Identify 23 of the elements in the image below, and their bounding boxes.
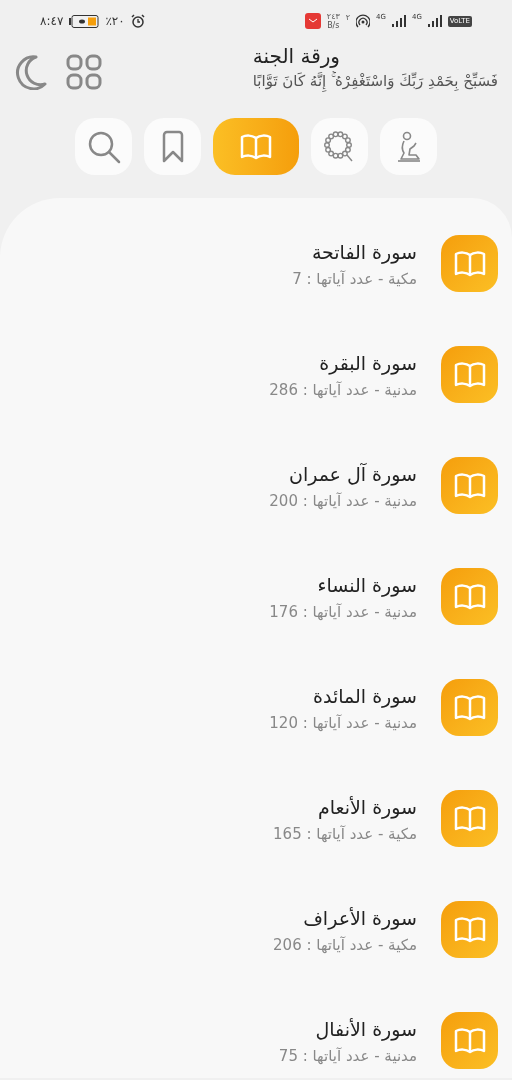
surah-name[interactable]: سورة الأنعام xyxy=(317,791,417,822)
surah-name[interactable]: سورة البقرة xyxy=(319,347,417,378)
surah-name[interactable]: سورة الأعراف xyxy=(303,902,417,933)
speed-superscript: ٢ xyxy=(345,12,351,24)
surah-name[interactable]: سورة النساء xyxy=(317,569,417,600)
network-speed: ٢٤٣ xyxy=(326,12,340,21)
surah-name[interactable]: سورة آل عمران xyxy=(288,458,417,489)
surah-info: مدنية - عدد آياتها : 200 xyxy=(269,490,417,512)
surah-name[interactable]: سورة المائدة xyxy=(313,680,417,711)
status-time: ٨:٤٧ xyxy=(40,13,64,30)
surah-info: مدنية - عدد آياتها : 120 xyxy=(269,712,417,734)
verse-subtitle: فَسَبِّحْ بِحَمْدِ رَبِّكَ وَاسْتَغْفِرْهُ ۚ إِنَّهُ كَانَ تَوَّابًا xyxy=(252,70,498,92)
surah-info: مكية - عدد آياتها : 206 xyxy=(273,934,417,956)
battery-percent: ٪٢٠ xyxy=(105,13,125,30)
app-title: ورقة الجنة xyxy=(252,43,341,70)
surah-info: مدنية - عدد آياتها : 75 xyxy=(278,1045,417,1067)
surah-info: مكية - عدد آياتها : 165 xyxy=(273,823,417,845)
surah-name[interactable]: سورة الفاتحة xyxy=(311,236,417,267)
surah-name[interactable]: سورة الأنفال xyxy=(315,1013,417,1044)
surah-info: مكية - عدد آياتها : 7 xyxy=(292,268,417,290)
surah-info: مدنية - عدد آياتها : 176 xyxy=(269,601,417,623)
surah-info: مدنية - عدد آياتها : 286 xyxy=(269,379,417,401)
network-speed-unit: B/s xyxy=(327,21,340,30)
